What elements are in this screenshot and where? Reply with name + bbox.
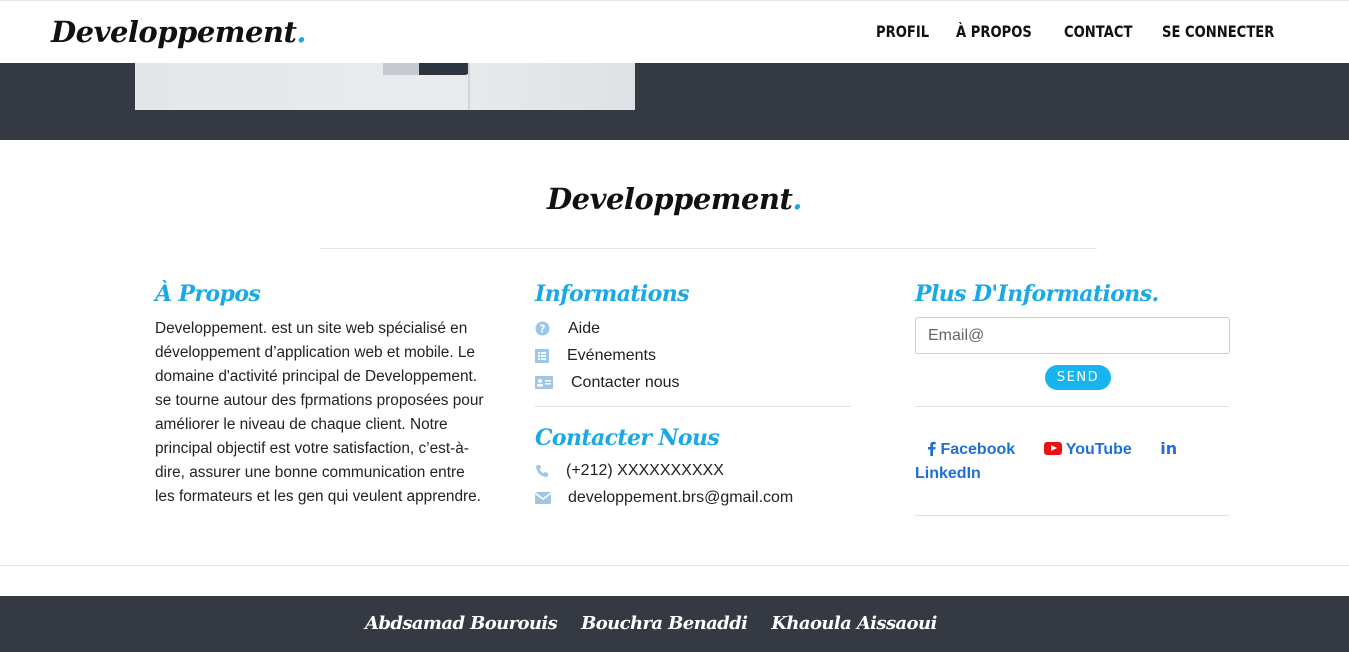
divider xyxy=(915,515,1229,516)
image-divider xyxy=(468,63,470,110)
footer-brand-dot: . xyxy=(792,182,802,216)
info-item-label: Evénements xyxy=(567,346,656,364)
device-image-part xyxy=(383,63,419,75)
youtube-label: YouTube xyxy=(1065,441,1132,458)
hero-image xyxy=(135,63,635,110)
list-item-contacter-nous[interactable]: Contacter nous xyxy=(535,369,680,396)
linkedin-label: LinkedIn xyxy=(915,465,981,482)
footer-brand: Developpement. xyxy=(0,182,1349,216)
credits-bar: Abdsamad Bourouis Bouchra Benaddi Khaoul… xyxy=(0,596,1349,652)
informations-heading: Informations xyxy=(535,281,690,307)
contacter-heading: Contacter Nous xyxy=(535,425,720,451)
question-circle-icon: ? xyxy=(535,321,565,336)
credits-names: Abdsamad Bourouis Bouchra Benaddi Khaoul… xyxy=(365,613,937,634)
credit-name: Abdsamad Bourouis xyxy=(365,613,558,634)
divider xyxy=(915,406,1229,407)
brand-dot: . xyxy=(296,15,306,49)
send-button[interactable]: SEND xyxy=(1045,365,1111,390)
list-item-evenements[interactable]: Evénements xyxy=(535,342,680,369)
phone-icon xyxy=(535,464,566,478)
nav-links: PROFIL À PROPOS CONTACT SE CONNECTER xyxy=(876,22,1299,41)
list-icon xyxy=(535,348,565,363)
svg-text:?: ? xyxy=(540,323,546,335)
nav-link-contact[interactable]: CONTACT xyxy=(1064,22,1132,41)
divider xyxy=(0,565,1349,566)
about-text: Developpement. est un site web spécialis… xyxy=(155,320,484,505)
youtube-link[interactable]: YouTube xyxy=(1043,441,1132,458)
brand-name: Developpement xyxy=(51,15,297,49)
linkedin-icon: in xyxy=(1160,439,1178,458)
phone-number: (+212) XXXXXXXXXX xyxy=(566,461,724,479)
nav-link-a-propos[interactable]: À PROPOS xyxy=(956,22,1032,41)
credit-name: Khaoula Aissaoui xyxy=(771,613,937,634)
facebook-label: Facebook xyxy=(940,441,1016,458)
linkedin-link[interactable]: in xyxy=(1160,439,1177,458)
facebook-link[interactable]: Facebook xyxy=(927,441,1015,458)
social-links: Facebook YouTube in LinkedIn xyxy=(915,437,1215,486)
about-heading: À Propos xyxy=(155,281,261,307)
contact-email: developpement.brs@gmail.com xyxy=(535,484,793,511)
envelope-icon xyxy=(535,491,566,504)
brand-logo[interactable]: Developpement. xyxy=(51,15,306,49)
divider xyxy=(535,406,851,407)
email-address[interactable]: developpement.brs@gmail.com xyxy=(568,489,793,507)
contact-phone: (+212) XXXXXXXXXX xyxy=(535,457,793,484)
linkedin-label-link[interactable]: LinkedIn xyxy=(915,465,981,482)
facebook-icon xyxy=(927,437,936,461)
contact-list: (+212) XXXXXXXXXX developpement.brs@gmai… xyxy=(535,457,793,511)
divider xyxy=(320,248,1097,249)
list-item-aide[interactable]: ? Aide xyxy=(535,315,680,342)
top-navbar: Developpement. PROFIL À PROPOS CONTACT S… xyxy=(0,0,1349,63)
nav-link-profil[interactable]: PROFIL xyxy=(876,22,929,41)
newsletter-email-input[interactable] xyxy=(915,317,1230,354)
youtube-icon xyxy=(1043,442,1062,455)
credit-name: Bouchra Benaddi xyxy=(581,613,748,634)
id-card-icon xyxy=(535,376,565,389)
informations-list: ? Aide Evénements Contacter nous xyxy=(535,315,680,396)
footer-brand-name: Developpement xyxy=(547,182,793,216)
info-item-label: Contacter nous xyxy=(571,373,680,391)
plus-informations-heading: Plus D'Informations. xyxy=(915,281,1159,307)
info-item-label: Aide xyxy=(568,319,601,337)
nav-link-se-connecter[interactable]: SE CONNECTER xyxy=(1162,22,1274,41)
